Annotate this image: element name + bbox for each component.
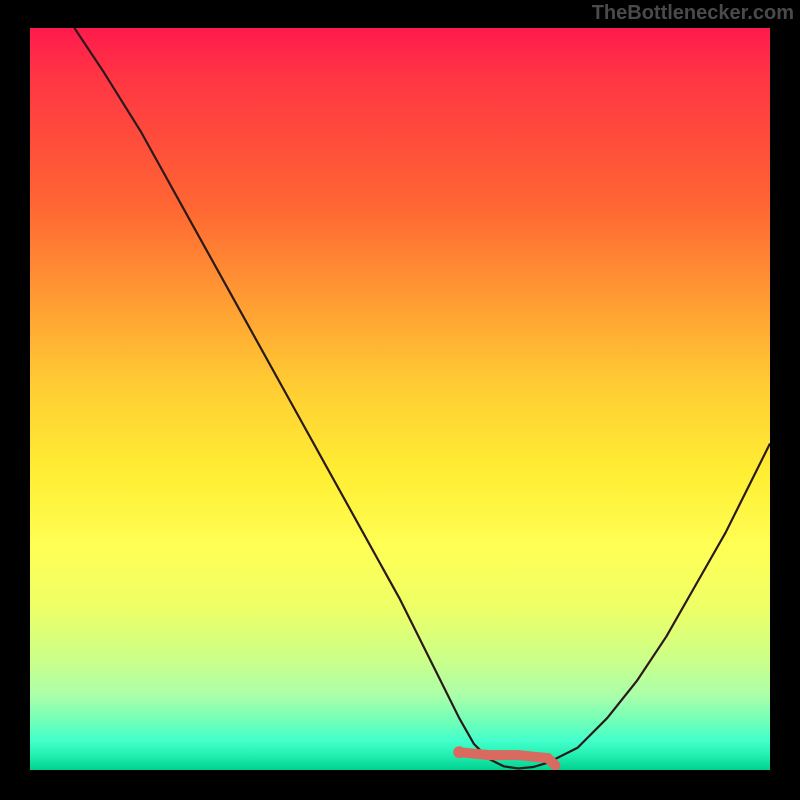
chart-frame: TheBottlenecker.com bbox=[0, 0, 800, 800]
attribution-label: TheBottlenecker.com bbox=[592, 2, 794, 25]
bottleneck-curve bbox=[74, 28, 770, 769]
highlight-start-dot bbox=[453, 746, 465, 758]
chart-svg bbox=[30, 28, 770, 770]
plot-area bbox=[30, 28, 770, 770]
